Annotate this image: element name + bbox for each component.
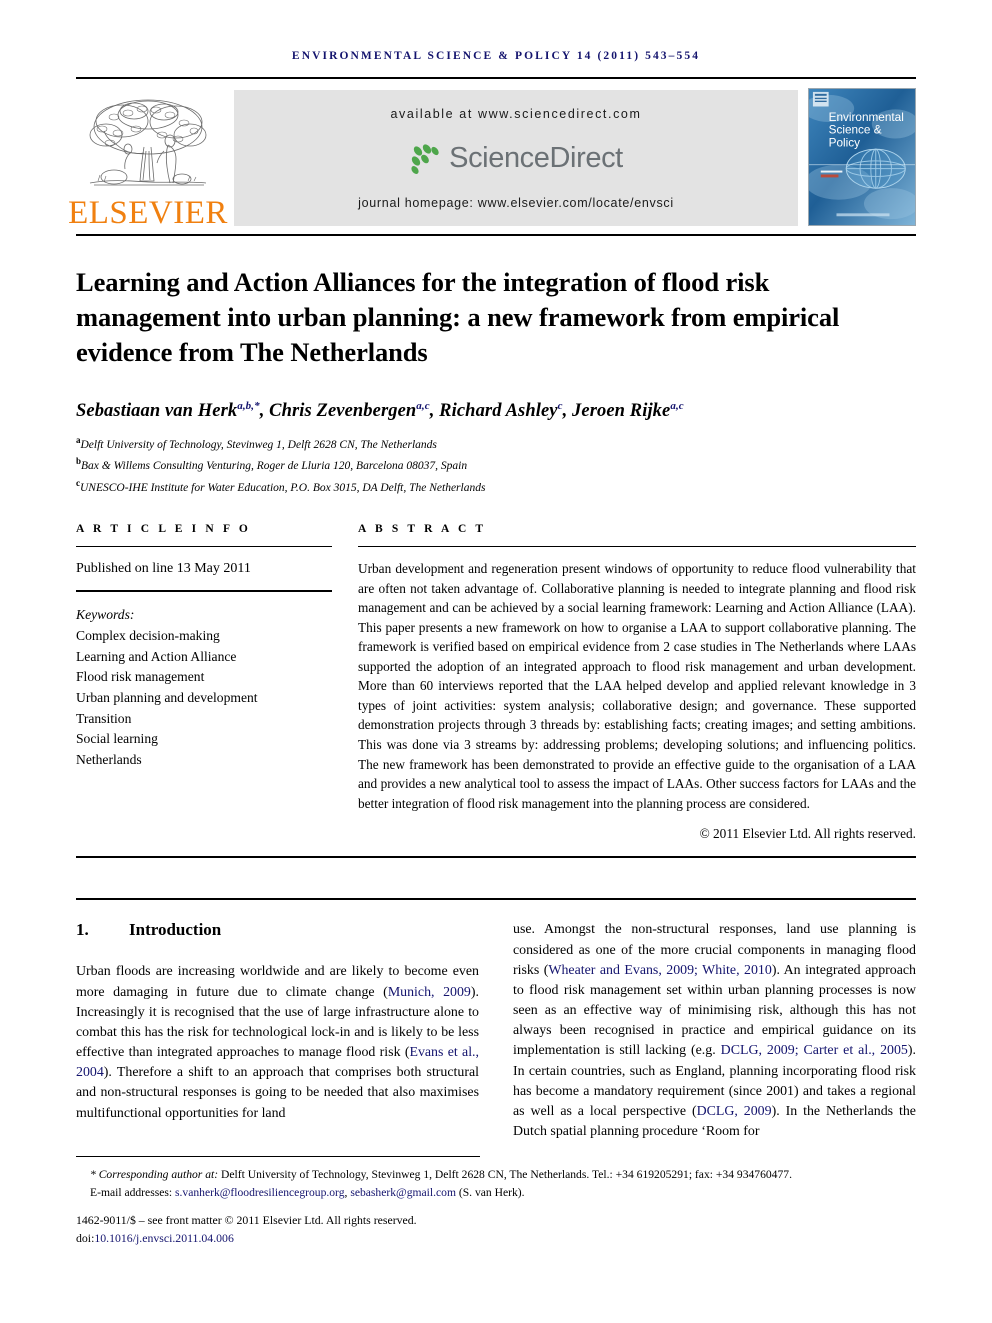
masthead-bottom-rule [76,234,916,236]
article-info-rule-mid [76,590,332,593]
affiliations: aDelft University of Technology, Stevinw… [76,433,916,497]
abstract-rule-top [358,546,916,548]
keyword-item: Transition [76,710,132,726]
affiliation-item: aDelft University of Technology, Stevinw… [76,433,916,454]
footnotes: * Corresponding author at: Delft Univers… [76,1166,916,1201]
footnote-rule [76,1156,480,1158]
elsevier-tree-icon [89,99,207,186]
keyword-item: Learning and Action Alliance [76,648,237,664]
article-info-column: A R T I C L E I N F O Published on line … [76,523,358,842]
body-column-right: use. Amongst the non-structural response… [513,920,916,1142]
info-abstract-block: A R T I C L E I N F O Published on line … [76,523,916,842]
journal-homepage-text: journal homepage: www.elsevier.com/locat… [358,196,674,210]
journal-cover-thumbnail: Environmental Science & Policy [808,88,916,226]
affiliation-text: UNESCO-IHE Institute for Water Education… [80,481,486,494]
affiliation-item: bBax & Willems Consulting Venturing, Rog… [76,454,916,475]
sciencedirect-wordmark: ScienceDirect [449,142,623,174]
affiliation-text: Bax & Willems Consulting Venturing, Roge… [81,460,468,473]
keywords-block: Keywords: Complex decision-making Learni… [76,605,332,770]
email-addresses-note[interactable]: E-mail addresses: s.vanherk@floodresilie… [76,1184,916,1202]
section-heading-introduction: 1. Introduction [76,920,479,940]
keyword-item: Urban planning and development [76,689,258,705]
svg-text:Policy: Policy [829,136,861,149]
sciencedirect-logo: ScienceDirect [409,142,623,176]
intro-paragraph-right: use. Amongst the non-structural response… [513,922,916,1139]
affiliation-text: Delft University of Technology, Stevinwe… [80,438,437,451]
svg-text:Science &: Science & [829,124,882,137]
doi-value[interactable]: 10.1016/j.envsci.2011.04.006 [94,1231,233,1245]
published-online-date: Published on line 13 May 2011 [76,561,251,577]
body-columns: 1. Introduction Urban floods are increas… [76,920,916,1142]
page-title: Learning and Action Alliances for the in… [76,267,840,368]
doi-line[interactable]: doi:10.1016/j.envsci.2011.04.006 [76,1229,916,1247]
abstract-column: A B S T R A C T Urban development and re… [358,523,916,842]
intro-paragraph-left: Urban floods are increasing worldwide an… [76,964,479,1121]
front-matter-block: 1462-9011/$ – see front matter © 2011 El… [76,1211,916,1248]
elsevier-logo: ELSEVIER [68,84,227,232]
keyword-item: Netherlands [76,751,142,767]
sciencedirect-banner: available at www.sciencedirect.com Scien… [234,90,798,226]
available-at-text: available at www.sciencedirect.com [390,107,642,121]
section-title: Introduction [129,920,222,940]
leaves-icon [411,143,439,174]
keyword-item: Flood risk management [76,669,205,685]
abstract-text: Urban development and regeneration prese… [358,561,916,811]
masthead: ELSEVIER available at www.sciencedirect.… [68,84,916,232]
body-column-left: 1. Introduction Urban floods are increas… [76,920,479,1142]
article-info-rule-top [76,546,332,548]
abstract-heading: A B S T R A C T [358,523,487,536]
author-list: Sebastiaan van Herka,b,*, Chris Zevenber… [76,399,684,421]
keyword-item: Social learning [76,731,158,747]
doi-label: doi: [76,1230,95,1245]
affiliation-item: cUNESCO-IHE Institute for Water Educatio… [76,476,916,497]
article-info-heading: A R T I C L E I N F O [76,523,251,536]
keyword-item: Complex decision-making [76,627,220,643]
running-head: ENVIRONMENTAL SCIENCE & POLICY 14 (2011)… [291,50,701,62]
keywords-heading: Keywords: [76,607,135,623]
abstract-copyright: © 2011 Elsevier Ltd. All rights reserved… [699,826,916,842]
cover-artwork: Environmental Science & Policy [809,89,915,225]
elsevier-wordmark: ELSEVIER [68,195,228,231]
corresponding-author-note: * Corresponding author at: Delft Univers… [90,1168,792,1182]
article-first-page: ENVIRONMENTAL SCIENCE & POLICY 14 (2011)… [0,0,992,1323]
body-top-rule [76,898,916,901]
masthead-top-rule [76,77,916,79]
svg-text:Environmental: Environmental [829,111,904,124]
section-number: 1. [76,920,89,940]
abstract-rule-bottom [76,856,916,859]
front-matter-line: 1462-9011/$ – see front matter © 2011 El… [76,1212,417,1227]
